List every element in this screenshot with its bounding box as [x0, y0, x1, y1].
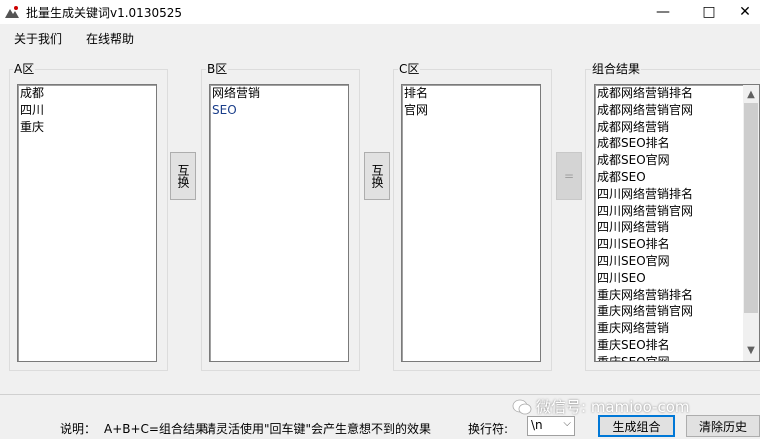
list-item[interactable]: 网络营销	[210, 85, 348, 102]
group-a-label: A区	[13, 62, 36, 76]
scroll-thumb[interactable]	[744, 103, 758, 313]
separator-select[interactable]: \n ⌵	[527, 416, 575, 436]
separator-label: 换行符:	[468, 422, 509, 436]
generate-button[interactable]: 生成组合	[598, 415, 675, 437]
list-item[interactable]: SEO	[210, 102, 348, 119]
app-icon	[5, 6, 19, 18]
explain-label: 说明：	[60, 422, 97, 436]
menu-online-help[interactable]: 在线帮助	[86, 30, 134, 47]
list-item[interactable]: 四川SEO	[595, 270, 741, 287]
menu-about-us[interactable]: 关于我们	[14, 30, 62, 47]
list-item[interactable]: 官网	[402, 102, 540, 119]
explain-formula: A+B+C=组合结果	[104, 422, 207, 436]
close-icon: ✕	[739, 4, 751, 20]
list-item[interactable]: 成都	[18, 85, 156, 102]
list-c[interactable]: 排名 官网	[401, 84, 541, 362]
maximize-icon: □	[702, 4, 716, 20]
list-item[interactable]: 四川SEO官网	[595, 253, 741, 270]
list-item[interactable]: 成都SEO	[595, 169, 741, 186]
list-item[interactable]: 四川网络营销	[595, 219, 741, 236]
list-a[interactable]: 成都 四川 重庆	[17, 84, 157, 362]
chevron-down-icon[interactable]: ⌵	[563, 418, 571, 429]
list-item[interactable]: 四川SEO排名	[595, 236, 741, 253]
window-title: 批量生成关键词v1.0130525	[26, 6, 182, 20]
list-item[interactable]: 重庆网络营销官网	[595, 303, 741, 320]
swap-ab-button[interactable]: 互换	[170, 152, 196, 200]
maximize-button[interactable]: □	[686, 0, 732, 24]
list-item[interactable]: 成都SEO排名	[595, 135, 741, 152]
list-b[interactable]: 网络营销 SEO	[209, 84, 349, 362]
list-item[interactable]: 四川	[18, 102, 156, 119]
wechat-icon	[512, 399, 532, 414]
list-item[interactable]: 成都网络营销官网	[595, 102, 741, 119]
title-bar: 批量生成关键词v1.0130525 — □ ✕	[0, 0, 760, 24]
list-item[interactable]: 重庆SEO官网	[595, 354, 741, 361]
list-item[interactable]: 四川网络营销官网	[595, 203, 741, 220]
swap-bc-button[interactable]: 互换	[364, 152, 390, 200]
group-result-label: 组合结果	[591, 62, 642, 76]
close-button[interactable]: ✕	[730, 0, 760, 24]
result-list[interactable]: 成都网络营销排名 成都网络营销官网 成都网络营销 成都SEO排名 成都SEO官网 成都SE…	[594, 84, 760, 362]
list-item[interactable]: 成都SEO官网	[595, 152, 741, 169]
watermark: 微信号: mamioo-com	[512, 396, 690, 417]
list-item[interactable]: 重庆网络营销	[595, 320, 741, 337]
list-item[interactable]: 重庆网络营销排名	[595, 287, 741, 304]
scroll-down-arrow-icon[interactable]: ▼	[743, 343, 759, 359]
list-item[interactable]: 成都网络营销排名	[595, 85, 741, 102]
watermark-text: 微信号: mamioo-com	[536, 398, 690, 416]
minimize-button[interactable]: —	[640, 0, 686, 24]
minimize-icon: —	[656, 4, 670, 20]
group-c-label: C区	[398, 62, 421, 76]
group-b-label: B区	[206, 62, 229, 76]
equals-button[interactable]: =	[556, 152, 582, 200]
separator-value: \n	[531, 418, 543, 432]
list-item[interactable]: 重庆SEO排名	[595, 337, 741, 354]
menu-bar: 关于我们 在线帮助	[0, 24, 760, 50]
explain-tip: 请灵活使用"回车键"会产生意想不到的效果	[204, 422, 432, 436]
result-scrollbar[interactable]: ▲ ▼	[743, 85, 759, 361]
list-item[interactable]: 重庆	[18, 119, 156, 136]
list-item[interactable]: 成都网络营销	[595, 119, 741, 136]
clear-history-button[interactable]: 清除历史	[686, 415, 760, 437]
list-item[interactable]: 四川网络营销排名	[595, 186, 741, 203]
scroll-up-arrow-icon[interactable]: ▲	[743, 87, 759, 103]
list-item[interactable]: 排名	[402, 85, 540, 102]
